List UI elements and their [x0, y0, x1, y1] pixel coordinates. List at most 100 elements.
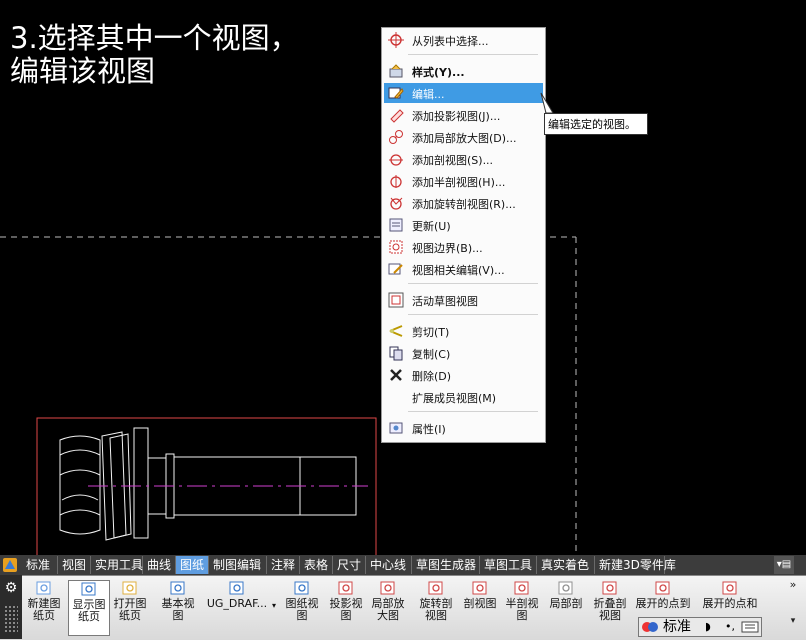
- toolbar-button-label-2: 图: [340, 609, 352, 622]
- grip-handle[interactable]: [4, 605, 18, 633]
- drawing-view-icon: [294, 581, 309, 595]
- unfolded-point-angle-icon: [722, 581, 737, 595]
- revolved-section-icon: [428, 581, 443, 595]
- detail-view-icon: [388, 129, 404, 145]
- open-sheet-icon: [122, 581, 137, 595]
- ribbon-scroll-down-icon[interactable]: ▾: [786, 616, 800, 630]
- gear-icon[interactable]: ⚙: [3, 580, 19, 596]
- keyboard-icon[interactable]: [741, 620, 759, 634]
- menu-item-label: 从列表中选择...: [412, 35, 489, 48]
- tab-item[interactable]: 草图工具: [480, 556, 537, 574]
- view-boundary-icon: [388, 239, 404, 255]
- menu-item-copy[interactable]: 复制(C): [384, 343, 543, 363]
- menu-item-properties[interactable]: 属性(I): [384, 418, 543, 438]
- toolbar-button-detail-view[interactable]: 局部放 大图: [368, 580, 408, 634]
- tab-item[interactable]: 标准: [22, 556, 58, 574]
- menu-item-add-projected-view[interactable]: 添加投影视图(J)...: [384, 105, 543, 125]
- toolbar-button-section-view[interactable]: 剖视图: [460, 580, 500, 634]
- half-section-icon: [388, 173, 404, 189]
- crosshair-icon: [388, 32, 404, 48]
- menu-item-label: 视图相关编辑(V)...: [412, 264, 505, 277]
- toolbar-button-label-2: 纸页: [78, 610, 100, 623]
- tab-item[interactable]: 表格: [300, 556, 333, 574]
- menu-item-update[interactable]: 更新(U): [384, 215, 543, 235]
- menu-item-label: 添加局部放大图(D)...: [412, 132, 517, 145]
- toolbar-button-label-2: 视图: [425, 609, 447, 622]
- tab-item[interactable]: 制图编辑: [209, 556, 267, 574]
- dropdown-arrow-icon[interactable]: ▾: [272, 600, 276, 612]
- tooltip: 编辑选定的视图。: [544, 113, 648, 135]
- tab-overflow-button[interactable]: ▾▤: [774, 556, 794, 574]
- menu-item-expand-member-view[interactable]: 扩展成员视图(M): [384, 387, 543, 407]
- toolbar-button-label-2: 图: [172, 609, 184, 622]
- toolbar-button-half-section[interactable]: 半剖视图: [502, 580, 542, 634]
- menu-item-label: 剪切(T): [412, 326, 450, 339]
- folded-section-icon: [602, 581, 617, 595]
- style-icon: [388, 63, 404, 79]
- menu-item-active-sketch-view[interactable]: 活动草图视图: [384, 290, 543, 310]
- menu-item-select-from-list[interactable]: 从列表中选择...: [384, 30, 543, 50]
- tab-item[interactable]: 新建3D零件库: [595, 556, 676, 574]
- base-view-icon: [170, 581, 185, 595]
- menu-item-edit[interactable]: 编辑...: [384, 83, 543, 103]
- menu-item-cut[interactable]: 剪切(T): [384, 321, 543, 341]
- toolbar-button-breakout-section[interactable]: 局部剖: [546, 580, 586, 634]
- ime-logo-icon: [641, 619, 659, 635]
- toolbar-button-ug-draft[interactable]: UG_DRAF... ▾: [202, 580, 276, 634]
- menu-item-add-revolved-section-view[interactable]: 添加旋转剖视图(R)...: [384, 193, 543, 213]
- menu-item-label: 更新(U): [412, 220, 451, 233]
- toolbar-button-label: 局部剖: [549, 597, 583, 610]
- menu-item-delete[interactable]: 删除(D): [384, 365, 543, 385]
- toolbar-button-projected-view[interactable]: 投影视图: [326, 580, 366, 634]
- toolbar-tab-bar: 标准 视图 实用工具 曲线 图纸 制图编辑 注释 表格 尺寸 中心线 草图生成器 草图工具 真实着色 新建…: [0, 555, 806, 575]
- tab-item[interactable]: 图纸: [176, 556, 209, 574]
- menu-item-label: 活动草图视图: [412, 295, 478, 308]
- ime-status-bar[interactable]: 标准 ◗ •,: [638, 617, 762, 637]
- copy-icon: [388, 345, 404, 361]
- tab-item[interactable]: 中心线: [366, 556, 412, 574]
- toolbar-button-display-sheet[interactable]: 显示图 纸页: [68, 580, 110, 636]
- moon-icon[interactable]: ◗: [705, 620, 719, 634]
- toolbar-button-label: 展开的点和: [702, 597, 758, 610]
- menu-item-add-section-view[interactable]: 添加剖视图(S)...: [384, 149, 543, 169]
- toolbar-button-label: 剖视图: [463, 597, 497, 610]
- tab-item[interactable]: 曲线: [143, 556, 176, 574]
- active-sketch-view-icon: [388, 292, 404, 308]
- toolbar-button-new-sheet[interactable]: 新建图 纸页: [24, 580, 64, 634]
- toolbar-button-label-2: 大图: [377, 609, 399, 622]
- ribbon-more-icon[interactable]: »: [786, 578, 800, 592]
- toolbar-button-revolved-section[interactable]: 旋转剖 视图: [416, 580, 456, 634]
- edit-icon: [388, 85, 404, 101]
- menu-item-view-boundary[interactable]: 视图边界(B)...: [384, 237, 543, 257]
- tab-item[interactable]: 实用工具: [91, 556, 143, 574]
- breakout-section-icon: [558, 581, 573, 595]
- toolbar-button-label: UG_DRAF...: [206, 597, 268, 610]
- menu-item-style[interactable]: 样式(Y)...: [384, 61, 543, 81]
- menu-item-label: 添加剖视图(S)...: [412, 154, 494, 167]
- section-view-icon: [388, 151, 404, 167]
- ug-draft-icon: [229, 581, 244, 595]
- cut-icon: [388, 323, 404, 339]
- app-logo-icon[interactable]: [2, 557, 18, 573]
- section-view-icon: [472, 581, 487, 595]
- menu-separator: [408, 411, 538, 412]
- toolbar-button-label-2: 图: [296, 609, 308, 622]
- part-geometry: [59, 427, 357, 541]
- toolbar-button-base-view[interactable]: 基本视图: [158, 580, 198, 634]
- toolbar-button-drawing-view[interactable]: 图纸视图: [282, 580, 322, 634]
- menu-item-label: 样式(Y)...: [412, 66, 465, 79]
- menu-item-label: 扩展成员视图(M): [412, 392, 497, 405]
- menu-item-label: 编辑...: [412, 88, 445, 101]
- punctuation-icon[interactable]: •,: [725, 620, 739, 634]
- tab-item[interactable]: 草图生成器: [412, 556, 480, 574]
- toolbar-button-open-sheet[interactable]: 打开图 纸页: [110, 580, 150, 634]
- menu-item-add-half-section-view[interactable]: 添加半剖视图(H)...: [384, 171, 543, 191]
- tab-item[interactable]: 尺寸: [333, 556, 366, 574]
- menu-item-add-detail-view[interactable]: 添加局部放大图(D)...: [384, 127, 543, 147]
- tab-item[interactable]: 注释: [267, 556, 300, 574]
- menu-item-view-dependent-edit[interactable]: 视图相关编辑(V)...: [384, 259, 543, 279]
- tab-item[interactable]: 视图: [58, 556, 91, 574]
- menu-item-label: 属性(I): [412, 423, 446, 436]
- toolbar-button-folded-section[interactable]: 折叠剖 视图: [590, 580, 630, 634]
- tab-item[interactable]: 真实着色: [537, 556, 595, 574]
